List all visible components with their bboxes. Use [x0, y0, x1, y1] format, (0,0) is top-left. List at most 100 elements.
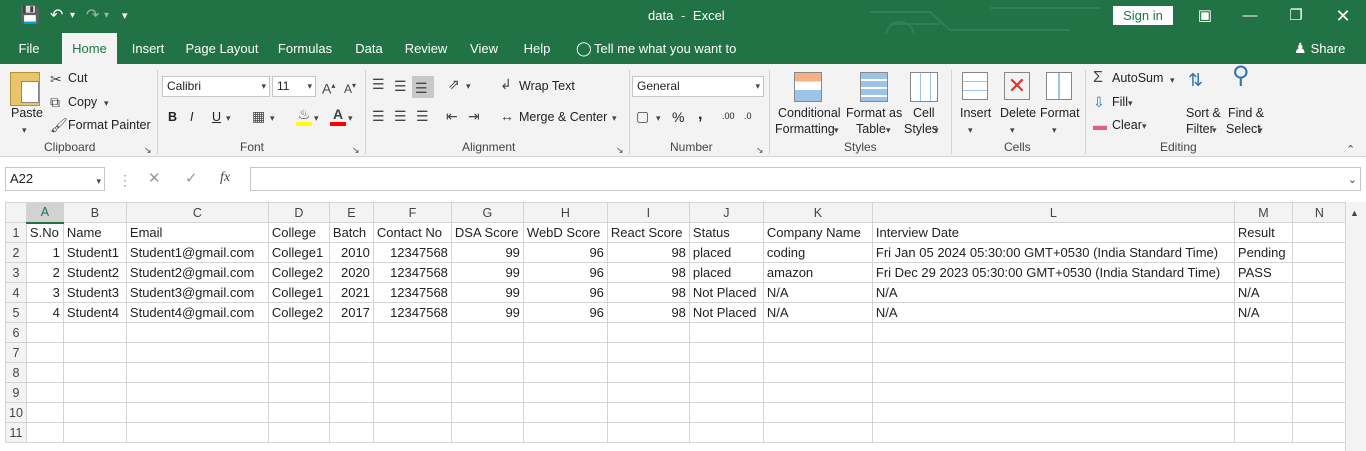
- table-cell[interactable]: React Score: [606, 222, 690, 243]
- number-format-select[interactable]: General ▾: [632, 76, 764, 97]
- table-cell[interactable]: [1291, 282, 1347, 303]
- table-cell[interactable]: 2020: [328, 262, 374, 283]
- table-cell[interactable]: 12347568: [372, 282, 452, 303]
- fill-color-dropdown-icon[interactable]: ▾: [314, 110, 319, 126]
- column-header[interactable]: D: [267, 202, 330, 223]
- formula-input[interactable]: ⌄: [250, 167, 1361, 191]
- italic-button[interactable]: I: [190, 110, 193, 124]
- chevron-down-icon[interactable]: ▾: [1170, 72, 1175, 88]
- table-cell[interactable]: [688, 362, 764, 383]
- column-header[interactable]: M: [1233, 202, 1293, 223]
- table-cell[interactable]: College1: [267, 282, 330, 303]
- table-cell[interactable]: [871, 402, 1235, 423]
- clipboard-paste-icon[interactable]: [10, 72, 40, 106]
- table-cell[interactable]: College2: [267, 262, 330, 283]
- row-header[interactable]: 6: [5, 322, 27, 343]
- share-button[interactable]: Share: [1310, 33, 1346, 64]
- table-cell[interactable]: [62, 322, 127, 343]
- table-cell[interactable]: [1291, 242, 1347, 263]
- bold-button[interactable]: B: [168, 110, 177, 124]
- table-cell[interactable]: Status: [688, 222, 764, 243]
- table-cell[interactable]: Student2@gmail.com: [125, 262, 269, 283]
- tab-data[interactable]: Data: [349, 33, 389, 64]
- format-as-table-icon[interactable]: [860, 72, 888, 102]
- table-cell[interactable]: Student1: [62, 242, 127, 263]
- tab-formulas[interactable]: Formulas: [274, 33, 336, 64]
- table-cell[interactable]: [25, 402, 64, 423]
- row-header[interactable]: 10: [5, 402, 27, 423]
- table-cell[interactable]: Interview Date: [871, 222, 1235, 243]
- table-cell[interactable]: College1: [267, 242, 330, 263]
- table-cell[interactable]: [522, 422, 608, 443]
- table-cell[interactable]: [25, 362, 64, 383]
- column-header[interactable]: L: [871, 202, 1235, 223]
- table-cell[interactable]: [62, 342, 127, 363]
- tab-help[interactable]: Help: [517, 33, 557, 64]
- clipboard-launcher-icon[interactable]: ↘: [144, 142, 152, 158]
- align-center-icon[interactable]: ☰: [394, 108, 407, 124]
- chevron-down-icon[interactable]: ▾: [1052, 122, 1057, 138]
- table-cell[interactable]: N/A: [871, 282, 1235, 303]
- wrap-text-button[interactable]: Wrap Text: [519, 79, 575, 93]
- table-cell[interactable]: [450, 362, 524, 383]
- grow-font-icon[interactable]: A▴: [322, 78, 335, 97]
- table-cell[interactable]: Student3@gmail.com: [125, 282, 269, 303]
- table-cell[interactable]: [328, 322, 374, 343]
- table-cell[interactable]: [450, 402, 524, 423]
- table-cell[interactable]: 2: [25, 262, 64, 283]
- table-cell[interactable]: [762, 322, 873, 343]
- table-cell[interactable]: 2017: [328, 302, 374, 323]
- chevron-down-icon[interactable]: ▾: [1212, 122, 1217, 138]
- table-cell[interactable]: N/A: [871, 302, 1235, 323]
- row-header[interactable]: 9: [5, 382, 27, 403]
- chevron-down-icon[interactable]: ▾: [1142, 118, 1147, 134]
- table-cell[interactable]: [1291, 322, 1347, 343]
- conditional-formatting-label-1[interactable]: Conditional: [778, 106, 841, 120]
- table-cell[interactable]: [25, 422, 64, 443]
- table-cell[interactable]: 98: [606, 302, 690, 323]
- copy-dropdown-icon[interactable]: ▾: [104, 95, 109, 111]
- table-cell[interactable]: [1233, 342, 1293, 363]
- increase-decimal-button[interactable]: .00: [722, 111, 735, 121]
- column-header[interactable]: N: [1291, 202, 1347, 223]
- minimize-button[interactable]: —: [1235, 4, 1265, 28]
- table-cell[interactable]: [372, 422, 452, 443]
- font-color-icon[interactable]: A: [330, 106, 346, 126]
- column-header[interactable]: K: [762, 202, 873, 223]
- table-cell[interactable]: Fri Dec 29 2023 05:30:00 GMT+0530 (India…: [871, 262, 1235, 283]
- cell-styles-label-2[interactable]: Styles: [904, 122, 938, 136]
- table-cell[interactable]: N/A: [1233, 282, 1293, 303]
- eraser-icon[interactable]: ▬: [1093, 117, 1107, 133]
- row-header[interactable]: 3: [5, 262, 27, 283]
- table-cell[interactable]: 3: [25, 282, 64, 303]
- table-cell[interactable]: Not Placed: [688, 302, 764, 323]
- borders-icon[interactable]: ▦: [252, 108, 265, 124]
- find-select-label-2[interactable]: Select: [1226, 122, 1261, 136]
- sign-in-button[interactable]: Sign in: [1113, 6, 1173, 25]
- table-cell[interactable]: [25, 342, 64, 363]
- table-cell[interactable]: PASS: [1233, 262, 1293, 283]
- table-cell[interactable]: S.No: [25, 222, 64, 243]
- table-cell[interactable]: [62, 422, 127, 443]
- table-cell[interactable]: [1233, 362, 1293, 383]
- table-cell[interactable]: Student1@gmail.com: [125, 242, 269, 263]
- underline-button[interactable]: U: [212, 110, 221, 124]
- sort-filter-icon[interactable]: ⇅: [1188, 71, 1203, 89]
- table-cell[interactable]: 1: [25, 242, 64, 263]
- table-cell[interactable]: [762, 362, 873, 383]
- table-cell[interactable]: [372, 382, 452, 403]
- table-cell[interactable]: [1291, 262, 1347, 283]
- chevron-down-icon[interactable]: ▾: [834, 122, 839, 138]
- table-cell[interactable]: [871, 422, 1235, 443]
- number-launcher-icon[interactable]: ↘: [756, 142, 764, 158]
- table-cell[interactable]: [62, 382, 127, 403]
- clear-button[interactable]: Clear: [1112, 118, 1142, 132]
- merge-center-button[interactable]: Merge & Center: [519, 110, 607, 124]
- table-cell[interactable]: N/A: [762, 302, 873, 323]
- table-cell[interactable]: [762, 422, 873, 443]
- select-all-corner[interactable]: [5, 202, 27, 223]
- table-cell[interactable]: 99: [450, 282, 524, 303]
- table-cell[interactable]: [1291, 362, 1347, 383]
- font-size-select[interactable]: 11 ▾: [272, 76, 316, 97]
- table-cell[interactable]: amazon: [762, 262, 873, 283]
